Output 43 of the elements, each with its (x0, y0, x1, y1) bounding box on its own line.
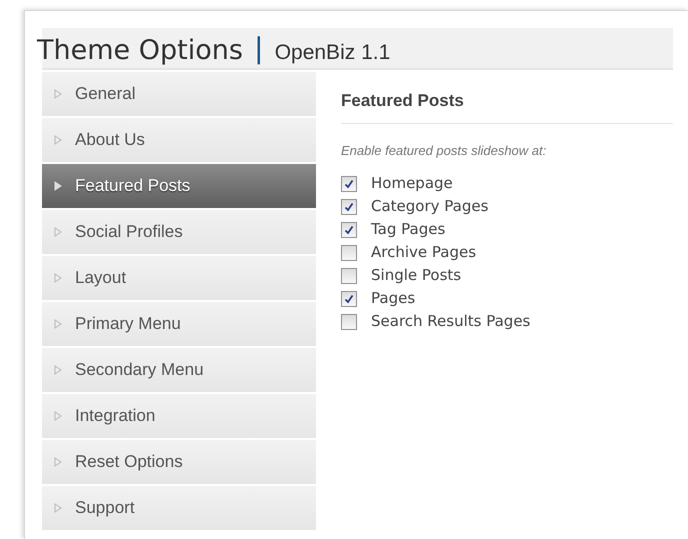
triangle-icon (54, 503, 62, 513)
triangle-icon (54, 457, 62, 467)
checkbox-label: Homepage (371, 173, 453, 194)
sidebar-item[interactable]: Reset Options (42, 440, 316, 484)
sidebar-item[interactable]: Layout (42, 256, 316, 300)
sidebar-item[interactable]: Social Profiles (42, 210, 316, 254)
sidebar-item[interactable]: Support (42, 486, 316, 530)
sidebar-item[interactable]: Primary Menu (42, 302, 316, 346)
sidebar-item[interactable]: General (42, 72, 316, 116)
checkbox-label: Pages (371, 288, 416, 310)
checkbox-label: Search Results Pages (371, 311, 530, 332)
section-description: Enable featured posts slideshow at: (341, 142, 548, 160)
checkbox-label: Archive Pages (371, 242, 476, 264)
sidebar-item[interactable]: About Us (42, 118, 316, 162)
checkbox[interactable] (341, 268, 357, 284)
triangle-icon (54, 273, 62, 283)
theme-version: OpenBiz 1.1 (274, 42, 390, 63)
section-heading: Featured Posts (341, 88, 673, 124)
triangle-icon (54, 135, 62, 145)
checkbox[interactable] (341, 176, 357, 192)
checkbox[interactable] (341, 198, 357, 214)
checkbox-label: Tag Pages (371, 219, 446, 240)
checkmark-icon (344, 294, 354, 304)
checkmark-icon (344, 178, 354, 188)
checkmark-icon (344, 202, 354, 212)
checkbox[interactable] (341, 290, 357, 306)
checkbox[interactable] (341, 244, 357, 260)
page-title: Theme Options (37, 37, 243, 64)
sidebar-item[interactable]: Secondary Menu (42, 348, 316, 392)
triangle-icon (54, 227, 62, 237)
checkbox[interactable] (341, 314, 357, 330)
checkbox[interactable] (341, 222, 357, 238)
triangle-icon (54, 181, 62, 191)
triangle-icon (54, 89, 62, 99)
sidebar-item[interactable]: Featured Posts (42, 164, 316, 208)
triangle-icon (54, 411, 62, 421)
triangle-icon (54, 319, 62, 329)
checkbox-label: Single Posts (371, 265, 462, 286)
sidebar-item[interactable]: Integration (42, 394, 316, 438)
title-separator: | (254, 34, 263, 64)
triangle-icon (54, 365, 62, 375)
checkmark-icon (344, 224, 354, 234)
checkbox-label: Category Pages (371, 196, 488, 218)
